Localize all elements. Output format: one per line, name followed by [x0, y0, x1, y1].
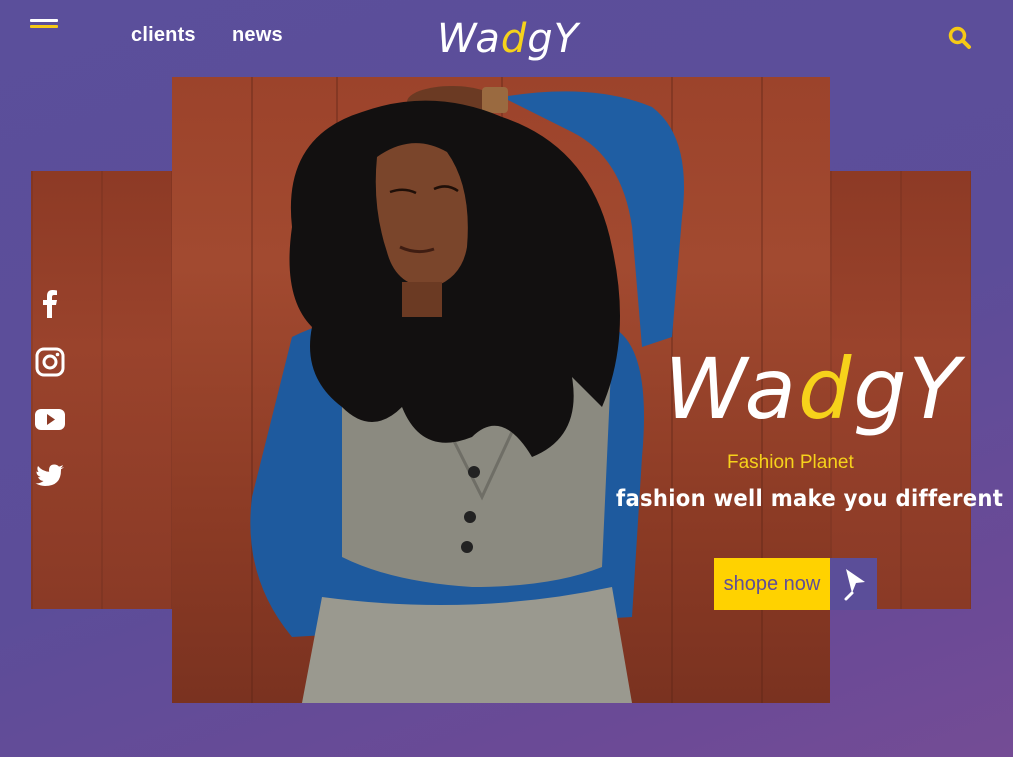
hero-logo-highlight: d — [797, 340, 854, 438]
facebook-icon[interactable] — [34, 288, 66, 320]
header-logo[interactable]: WadgY — [437, 16, 579, 62]
hamburger-menu-icon[interactable] — [30, 18, 60, 40]
youtube-icon[interactable] — [34, 403, 66, 435]
nav-link-clients[interactable]: clients — [131, 24, 196, 47]
hero-logo: WadgY — [664, 340, 962, 438]
hero-tagline: Fashion Planet — [727, 452, 854, 473]
header-logo-part1: Wa — [437, 16, 501, 62]
hero-side-panel-left — [31, 171, 172, 609]
nav-link-news[interactable]: news — [232, 24, 283, 47]
shop-now-button[interactable]: shope now — [714, 558, 830, 610]
header-logo-highlight: d — [500, 16, 528, 62]
search-icon[interactable] — [947, 25, 973, 51]
instagram-icon[interactable] — [34, 346, 66, 378]
twitter-icon[interactable] — [34, 460, 66, 492]
header-logo-part2: gY — [527, 16, 580, 62]
hero-logo-part1: Wa — [664, 340, 798, 438]
hero-slogan: fashion well make you different — [616, 486, 1004, 512]
hero-logo-part2: gY — [853, 340, 962, 438]
cursor-arrow-icon[interactable] — [830, 558, 877, 610]
